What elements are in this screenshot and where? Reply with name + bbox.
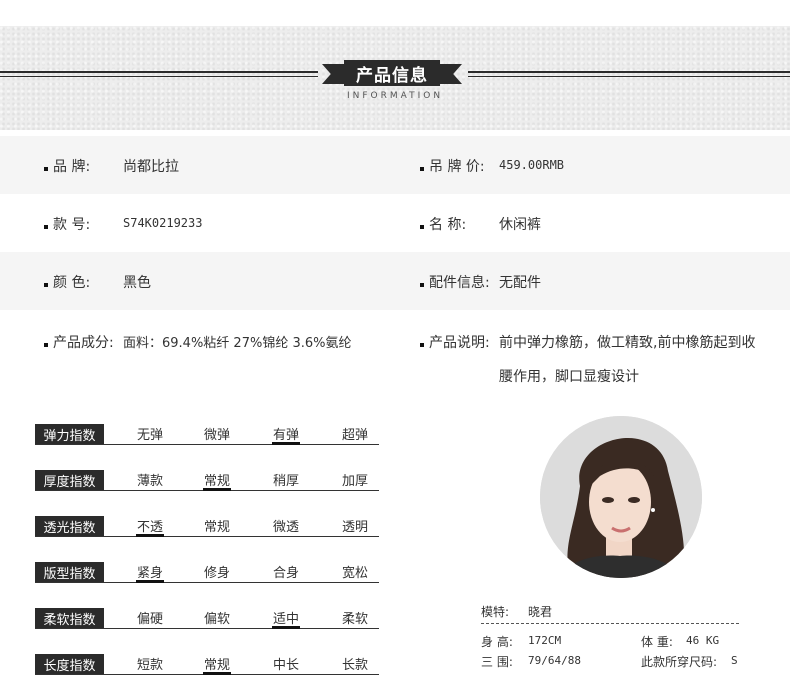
price-value: 459.00RMB <box>499 158 565 172</box>
model-name-value: 晓君 <box>528 605 553 619</box>
accessory-value: 无配件 <box>499 275 541 291</box>
index-option: 常规 <box>203 520 230 535</box>
color-label: 颜 色: <box>53 275 91 291</box>
bullet-icon <box>44 167 48 171</box>
section-title: 产品信息 <box>344 60 440 86</box>
index-rule <box>35 444 379 445</box>
model-weight-label: 体 重: <box>641 635 673 649</box>
name-label: 名 称: <box>429 217 467 233</box>
price-label: 吊 牌 价: <box>429 159 485 175</box>
selected-marker <box>272 442 300 445</box>
index-option: 合身 <box>272 566 299 581</box>
composition-label: 产品成分: <box>53 335 114 351</box>
bullet-icon <box>420 167 424 171</box>
index-option-selected: 适中 <box>272 612 299 627</box>
index-option-selected: 有弹 <box>272 428 299 443</box>
index-label: 透光指数 <box>35 516 104 536</box>
model-height-value: 172CM <box>528 634 562 647</box>
index-option: 修身 <box>203 566 230 581</box>
index-rule <box>35 582 379 583</box>
selected-marker <box>136 580 164 583</box>
info-row-3: 颜 色: 黑色 配件信息: 无配件 <box>0 252 790 310</box>
accessory-label: 配件信息: <box>429 275 490 291</box>
model-measurements-value: 79/64/88 <box>528 654 581 667</box>
index-option: 长款 <box>341 658 368 673</box>
index-option-selected: 不透 <box>136 520 163 535</box>
description-line-1: 前中弹力橡筋，做工精致,前中橡筋起到收 <box>499 335 756 351</box>
bullet-icon <box>420 343 424 347</box>
color-value: 黑色 <box>123 275 151 291</box>
index-option: 偏硬 <box>136 612 163 627</box>
selected-marker <box>203 488 231 491</box>
description-line-2: 腰作用，脚口显瘦设计 <box>499 369 639 385</box>
header-rule-left-thin <box>0 76 318 77</box>
selected-marker <box>136 534 164 537</box>
model-name-label: 模特: <box>481 605 510 619</box>
index-option: 微透 <box>272 520 299 535</box>
index-label: 柔软指数 <box>35 608 104 628</box>
index-label: 厚度指数 <box>35 470 104 490</box>
index-option: 透明 <box>341 520 368 535</box>
sku-label: 款 号: <box>53 217 91 233</box>
index-option: 宽松 <box>341 566 368 581</box>
model-photo-illustration <box>540 416 702 578</box>
model-divider <box>481 623 739 624</box>
bullet-icon <box>420 283 424 287</box>
index-option: 微弹 <box>203 428 230 443</box>
model-size-value: S <box>731 654 738 667</box>
header-rule-right-thin <box>468 76 790 77</box>
info-row-1: 品 牌: 尚都比拉 吊 牌 价: 459.00RMB <box>0 136 790 194</box>
index-option-selected: 常规 <box>203 474 230 489</box>
sku-value: S74K0219233 <box>123 216 203 230</box>
bullet-icon <box>44 225 48 229</box>
model-portrait <box>540 416 702 578</box>
index-option: 加厚 <box>341 474 368 489</box>
name-value: 休闲裤 <box>499 217 541 233</box>
index-rule <box>35 628 379 629</box>
info-row-2: 款 号: S74K0219233 名 称: 休闲裤 <box>0 194 790 252</box>
index-rule <box>35 536 379 537</box>
model-height-label: 身 高: <box>481 635 513 649</box>
index-option: 中长 <box>272 658 299 673</box>
index-option: 超弹 <box>341 428 368 443</box>
selected-marker <box>272 626 300 629</box>
bullet-icon <box>420 225 424 229</box>
index-label: 长度指数 <box>35 654 104 674</box>
index-option: 薄款 <box>136 474 163 489</box>
section-subtitle: INFORMATION <box>346 91 444 101</box>
bullet-icon <box>44 283 48 287</box>
header-rule-right <box>468 71 790 73</box>
index-option-selected: 常规 <box>203 658 230 673</box>
index-option: 短款 <box>136 658 163 673</box>
info-row-4: 产品成分: 面料：69.4%粘纤 27%锦纶 3.6%氨纶 产品说明: 前中弹力… <box>0 310 790 402</box>
index-option: 稍厚 <box>272 474 299 489</box>
header-rule-left <box>0 71 318 73</box>
model-size-label: 此款所穿尺码: <box>641 655 718 669</box>
composition-value: 面料：69.4%粘纤 27%锦纶 3.6%氨纶 <box>123 336 352 351</box>
bullet-icon <box>44 343 48 347</box>
index-option: 柔软 <box>341 612 368 627</box>
model-weight-value: 46 KG <box>686 634 720 647</box>
index-option: 偏软 <box>203 612 230 627</box>
description-label: 产品说明: <box>429 335 490 351</box>
index-option-selected: 紧身 <box>136 566 163 581</box>
brand-value: 尚都比拉 <box>123 159 179 175</box>
index-label: 弹力指数 <box>35 424 104 444</box>
selected-marker <box>203 672 231 675</box>
brand-label: 品 牌: <box>53 159 91 175</box>
model-measurements-label: 三 围: <box>481 655 513 669</box>
index-option: 无弹 <box>136 428 163 443</box>
index-label: 版型指数 <box>35 562 104 582</box>
